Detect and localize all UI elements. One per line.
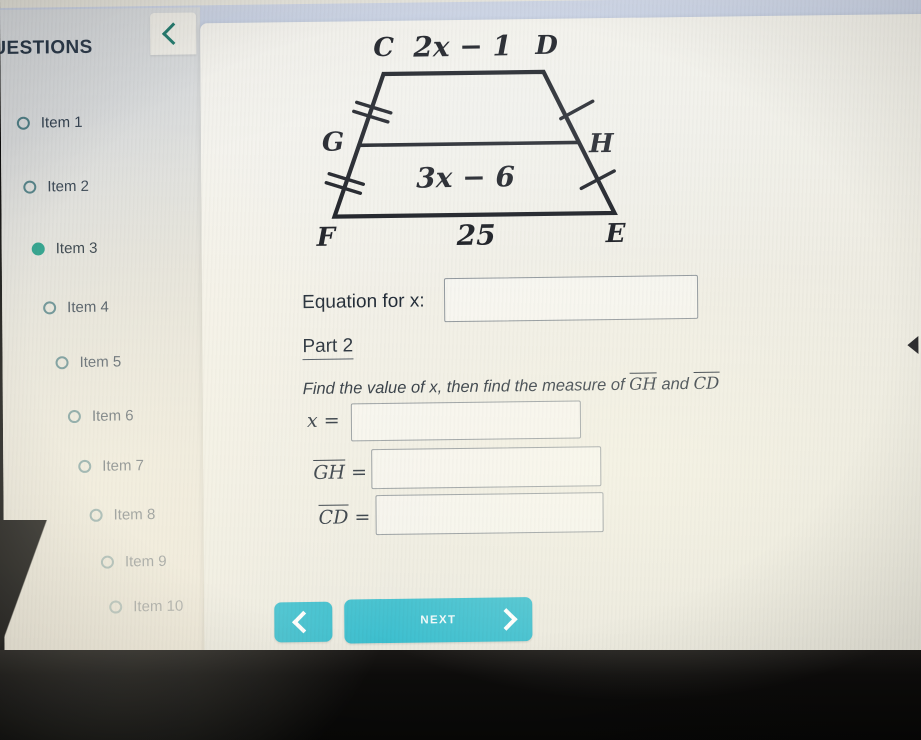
next-button-label: NEXT — [420, 614, 457, 627]
scroll-edge-arrow-icon[interactable] — [907, 336, 919, 355]
sidebar-item-label: Item 4 — [67, 298, 109, 317]
radio-icon — [109, 600, 123, 614]
equation-prompt-label: Equation for x: — [302, 290, 425, 314]
x-equals-label: x = — [307, 410, 340, 432]
part-2-heading: Part 2 — [302, 335, 354, 361]
top-side-label: 2x − 1 — [413, 29, 513, 64]
sidebar-item-5[interactable]: Item 5 — [55, 353, 121, 371]
x-value-input[interactable] — [350, 400, 582, 442]
sidebar-item-3[interactable]: Item 3 — [0, 225, 242, 270]
radio-icon — [16, 116, 30, 130]
cd-value-input[interactable] — [375, 492, 604, 536]
segment-cd-inline: CD — [693, 371, 720, 393]
radio-icon — [55, 356, 69, 370]
chevron-right-icon — [495, 608, 518, 631]
x-label: x — [306, 409, 318, 433]
next-question-button[interactable]: NEXT — [344, 597, 533, 644]
question-navigation: NEXT — [274, 597, 594, 650]
sidebar-item-label: Item 5 — [79, 353, 122, 371]
monitor-bezel-left — [0, 520, 70, 680]
chevron-left-icon — [292, 610, 315, 634]
sidebar-item-8[interactable]: Item 8 — [89, 506, 156, 524]
bottom-side-label: 25 — [456, 218, 496, 253]
sidebar-item-label: Item 10 — [133, 597, 184, 616]
sidebar-item-9[interactable]: Item 9 — [100, 552, 167, 571]
equals-sign: = — [323, 409, 340, 432]
radio-icon — [78, 459, 92, 474]
trapezoid-figure: C 2x − 1 D G H 3x − 6 F 25 E — [295, 22, 697, 267]
monitor-bezel-bottom — [0, 650, 921, 740]
segment-gh-label: GH — [313, 459, 346, 484]
photo-of-monitor: UESTIONS Item 1 Item 2 Item 3 Item 4 Ite… — [0, 0, 921, 740]
vertex-label-F: F — [316, 222, 336, 253]
radio-selected-icon — [31, 242, 45, 256]
gh-value-input[interactable] — [371, 446, 602, 490]
sidebar-item-7[interactable]: Item 7 — [78, 457, 144, 475]
equals-sign: = — [351, 461, 368, 484]
previous-question-button[interactable] — [274, 601, 333, 643]
midsegment-label: 3x − 6 — [416, 160, 515, 195]
gh-equals-label: GH = — [313, 459, 367, 484]
sidebar-item-label: Item 9 — [124, 552, 167, 571]
sidebar-item-2[interactable]: Item 2 — [23, 178, 89, 196]
vertex-label-E: E — [605, 218, 626, 250]
sidebar-item-6[interactable]: Item 6 — [67, 407, 134, 425]
sidebar-item-1[interactable]: Item 1 — [16, 113, 83, 132]
sidebar-item-label: Item 1 — [40, 113, 83, 132]
sidebar-item-label: Item 7 — [102, 457, 144, 475]
sidebar-item-label: Item 2 — [47, 177, 90, 196]
radio-icon — [23, 180, 37, 194]
instruction-text-pre: Find the value of x, then find the measu… — [302, 375, 625, 399]
vertex-label-G: G — [321, 127, 345, 158]
chevron-left-icon — [161, 22, 185, 46]
sidebar-item-label: Item 6 — [91, 407, 134, 425]
cd-equals-label: CD = — [318, 504, 371, 529]
sidebar-collapse-button[interactable] — [150, 12, 197, 56]
sidebar-item-label: Item 3 — [55, 239, 98, 258]
sidebar-item-4[interactable]: Item 4 — [43, 299, 109, 317]
equals-sign: = — [354, 506, 371, 529]
sidebar-item-10[interactable]: Item 10 — [109, 598, 183, 616]
radio-icon — [89, 508, 103, 522]
radio-icon — [43, 301, 57, 315]
radio-icon — [100, 555, 114, 569]
radio-icon — [67, 409, 81, 424]
monitor-screen: UESTIONS Item 1 Item 2 Item 3 Item 4 Ite… — [0, 0, 921, 672]
question-content-card: C 2x − 1 D G H 3x − 6 F 25 E Equation fo… — [200, 13, 921, 664]
instruction-text-mid: and — [661, 375, 689, 394]
segment-gh-inline: GH — [629, 372, 657, 394]
segment-cd-label: CD — [318, 504, 349, 529]
vertex-label-D: D — [535, 30, 558, 61]
equation-for-x-input[interactable] — [443, 274, 699, 323]
sidebar-item-label: Item 8 — [113, 506, 156, 524]
vertex-label-H: H — [588, 128, 614, 160]
vertex-label-C: C — [373, 32, 395, 64]
part-2-instruction: Find the value of x, then find the measu… — [302, 371, 720, 399]
